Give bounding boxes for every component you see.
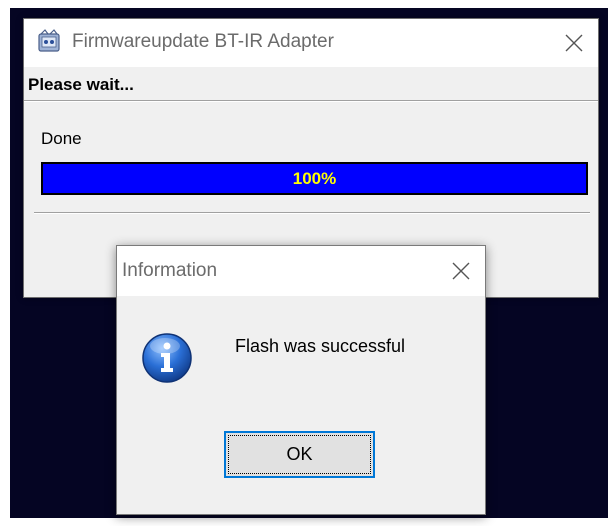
- ok-button[interactable]: OK: [224, 431, 375, 478]
- main-close-button[interactable]: [556, 28, 592, 58]
- information-icon: [141, 332, 193, 384]
- divider-highlight: [24, 101, 598, 102]
- separator-highlight: [34, 213, 590, 214]
- information-dialog: Information Flash was successful OK: [116, 245, 486, 515]
- dialog-titlebar[interactable]: Information: [117, 246, 485, 296]
- close-icon: [452, 262, 470, 280]
- ok-button-label: OK: [286, 444, 313, 464]
- dialog-message: Flash was successful: [235, 336, 406, 356]
- status-heading: Please wait...: [28, 75, 134, 94]
- progress-bar: 100%: [41, 162, 588, 195]
- dialog-title: Information: [122, 260, 218, 281]
- progress-percent-text: 100%: [292, 168, 337, 188]
- app-icon: [36, 28, 62, 54]
- close-icon: [565, 34, 583, 52]
- window-title: Firmwareupdate BT-IR Adapter: [72, 31, 334, 52]
- dialog-close-button[interactable]: [443, 256, 479, 286]
- screen: Firmwareupdate BT-IR Adapter Please wait…: [0, 0, 616, 526]
- progress-label: Done: [41, 129, 82, 148]
- main-titlebar[interactable]: Firmwareupdate BT-IR Adapter: [24, 19, 598, 67]
